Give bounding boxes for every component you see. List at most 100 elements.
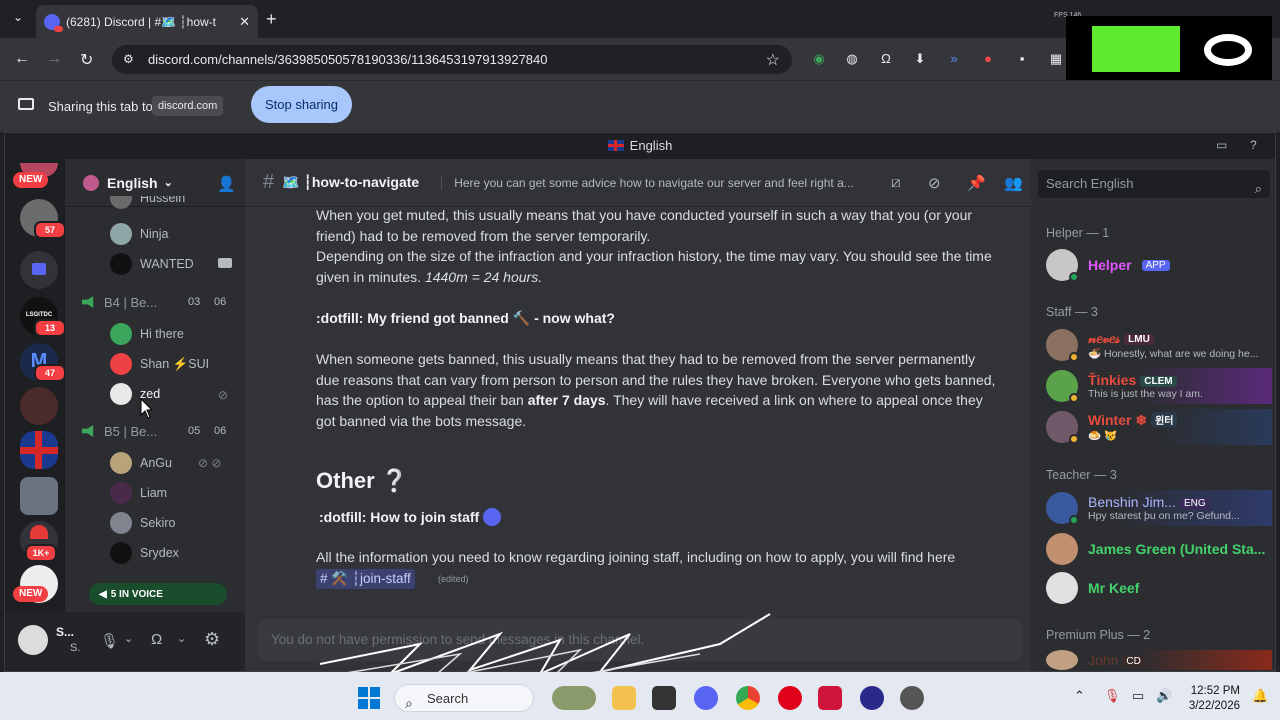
new-tab-icon[interactable]: + xyxy=(266,9,277,30)
settings-gear-icon[interactable]: ⚙ xyxy=(204,629,220,650)
channel-topic[interactable]: Here you can get some advice how to navi… xyxy=(441,175,861,190)
search-icon: ⌕ xyxy=(405,695,413,711)
steam-taskbar-icon[interactable] xyxy=(900,686,924,710)
voice-member[interactable]: Srydex xyxy=(110,541,179,565)
member-teacher[interactable]: Benshin Jim... ENG Hpy starest þu on me? … xyxy=(1046,490,1272,526)
microphone-icon[interactable]: 🎙 xyxy=(100,632,119,650)
voice-member-cut[interactable]: Hussein xyxy=(110,196,185,210)
o-logo-shape xyxy=(1204,34,1252,66)
app-switcher-icon[interactable] xyxy=(652,686,676,710)
mute-notifications-icon[interactable]: ⊘ xyxy=(928,174,941,192)
member-premium[interactable]: John CD xyxy=(1046,650,1272,670)
voice-channel-b4[interactable]: B4 | Be... xyxy=(82,290,157,314)
stop-sharing-button[interactable]: Stop sharing xyxy=(251,86,352,123)
mention-badge: 1K+ xyxy=(25,544,57,562)
sharing-label: Sharing this tab to xyxy=(48,99,153,114)
opera-taskbar-icon[interactable] xyxy=(778,686,802,710)
user-avatar[interactable] xyxy=(18,625,48,655)
notification-bell-icon[interactable]: 🔔 xyxy=(1252,688,1268,704)
voice-member[interactable]: Ninja xyxy=(110,222,169,246)
file-explorer-icon[interactable] xyxy=(612,686,636,710)
sharing-site-chip[interactable]: discord.com xyxy=(152,96,224,116)
voice-member[interactable]: WANTED xyxy=(110,252,194,276)
obs-taskbar-icon[interactable] xyxy=(860,686,884,710)
user-status: S. xyxy=(70,642,81,654)
in-voice-pill[interactable]: ◀ 5 IN VOICE xyxy=(89,583,227,605)
message-composer[interactable]: You do not have permission to send messa… xyxy=(257,619,1023,661)
member-staff[interactable]: 𝓃𝑒𝓋𝑒𝓈 LMU 🍜 Honestly, what are we doing h… xyxy=(1046,327,1272,363)
avatar xyxy=(110,542,132,564)
idle-status xyxy=(1069,393,1079,403)
server-icon-red[interactable] xyxy=(20,387,58,425)
windows-start-icon[interactable] xyxy=(358,687,380,709)
member-staff[interactable]: Ťinkies CLEM This is just the way I am. xyxy=(1046,368,1272,404)
member-teacher[interactable]: James Green (United Sta... xyxy=(1046,531,1272,567)
inbox-icon[interactable]: ▭ xyxy=(1216,138,1230,152)
tray-volume-icon[interactable]: 🔊 xyxy=(1156,688,1172,704)
voice-member-name: Sekiro xyxy=(140,516,176,530)
avatar xyxy=(110,196,132,209)
server-folder-icon[interactable] xyxy=(20,251,58,289)
extension-waves-icon[interactable]: » xyxy=(945,50,963,68)
help-icon[interactable]: ? xyxy=(1250,138,1264,152)
mention-badge: 13 xyxy=(34,319,66,337)
voice-member-name: Srydex xyxy=(140,546,179,560)
search-input[interactable]: Search English ⌕ xyxy=(1038,170,1270,198)
member-staff[interactable]: Winter ❄ 윈터 🍮 😿 xyxy=(1046,409,1272,445)
widgets-icon[interactable] xyxy=(552,686,596,710)
tray-chevron-up-icon[interactable]: ⌃ xyxy=(1074,688,1085,704)
address-bar[interactable]: ⚙ discord.com/channels/36398505057819033… xyxy=(112,45,792,74)
site-info-icon[interactable]: ⚙ xyxy=(123,52,137,66)
member-name: Benshin Jim... ENG xyxy=(1088,494,1240,510)
video-camera-icon xyxy=(218,258,232,268)
extension-download-icon[interactable]: ⬇ xyxy=(911,50,929,68)
taskbar-search[interactable]: ⌕ Search xyxy=(394,684,534,712)
member-group-premium: Premium Plus — 2 xyxy=(1046,628,1151,642)
server-icon-english-flag[interactable] xyxy=(20,431,58,469)
reload-icon[interactable]: ↻ xyxy=(80,50,93,70)
avatar xyxy=(1046,492,1079,525)
forward-icon[interactable]: → xyxy=(46,50,62,68)
headphones-icon[interactable]: Ω xyxy=(151,631,162,648)
voice-member[interactable]: Hi there xyxy=(110,322,184,346)
tab-search-dropdown-icon[interactable]: ⌄ xyxy=(8,10,28,28)
member-helper[interactable]: Helper APP xyxy=(1046,247,1272,283)
voice-member[interactable]: Shan ⚡SUI xyxy=(110,352,209,376)
close-tab-icon[interactable]: ✕ xyxy=(239,14,250,30)
extension-grid-icon[interactable]: ▦ xyxy=(1047,50,1065,68)
discord-taskbar-icon[interactable] xyxy=(694,686,718,710)
browser-tab-discord[interactable]: (6281) Discord | #🗺️ ┆how-t ✕ xyxy=(36,5,258,38)
back-icon[interactable]: ← xyxy=(14,50,30,68)
extension-ext-icon[interactable]: ▪ xyxy=(1013,50,1031,68)
extension-globe-icon[interactable]: ◍ xyxy=(843,50,861,68)
voice-member[interactable]: Sekiro xyxy=(110,511,175,535)
taskbar-clock[interactable]: 12:52 PM 3/22/2026 xyxy=(1188,684,1240,714)
edited-label: (edited) xyxy=(438,574,469,584)
idle-status xyxy=(1069,352,1079,362)
extension-leaf-icon[interactable]: ◉ xyxy=(810,50,828,68)
search-placeholder: Search English xyxy=(1046,176,1134,191)
member-teacher[interactable]: Mr Keef xyxy=(1046,570,1272,606)
invite-member-icon[interactable]: 👤 xyxy=(217,175,236,193)
tray-microphone-icon[interactable]: 🎙 xyxy=(1104,688,1121,704)
adobe-taskbar-icon[interactable] xyxy=(818,686,842,710)
extension-pokeball-icon[interactable]: ● xyxy=(979,50,997,68)
tray-network-icon[interactable]: ▭ xyxy=(1132,688,1144,704)
voice-member[interactable]: Liam xyxy=(110,481,167,505)
extension-omega-icon[interactable]: Ω xyxy=(877,50,895,68)
chevron-down-icon[interactable]: ⌄ xyxy=(124,632,133,645)
pin-icon[interactable]: 📌 xyxy=(967,174,986,192)
voice-member-name: Shan ⚡SUI xyxy=(140,356,210,371)
channel-mention-join-staff[interactable]: # ⚒️ ┆join-staff xyxy=(316,569,415,589)
speaker-icon xyxy=(82,296,94,308)
member-list-icon[interactable]: 👥 xyxy=(1004,174,1023,192)
voice-member[interactable]: AnGu xyxy=(110,451,172,475)
voice-channel-b5[interactable]: B5 | Be... xyxy=(82,419,157,443)
bookmark-star-icon[interactable]: ☆ xyxy=(766,50,780,70)
chrome-taskbar-icon[interactable] xyxy=(736,686,760,710)
threads-icon[interactable]: ⧄ xyxy=(891,174,901,191)
chevron-down-icon[interactable]: ⌄ xyxy=(177,632,186,645)
uk-flag-icon xyxy=(607,140,624,151)
voice-channel-name: B4 | Be... xyxy=(104,294,158,310)
server-icon-photo[interactable] xyxy=(20,477,58,515)
